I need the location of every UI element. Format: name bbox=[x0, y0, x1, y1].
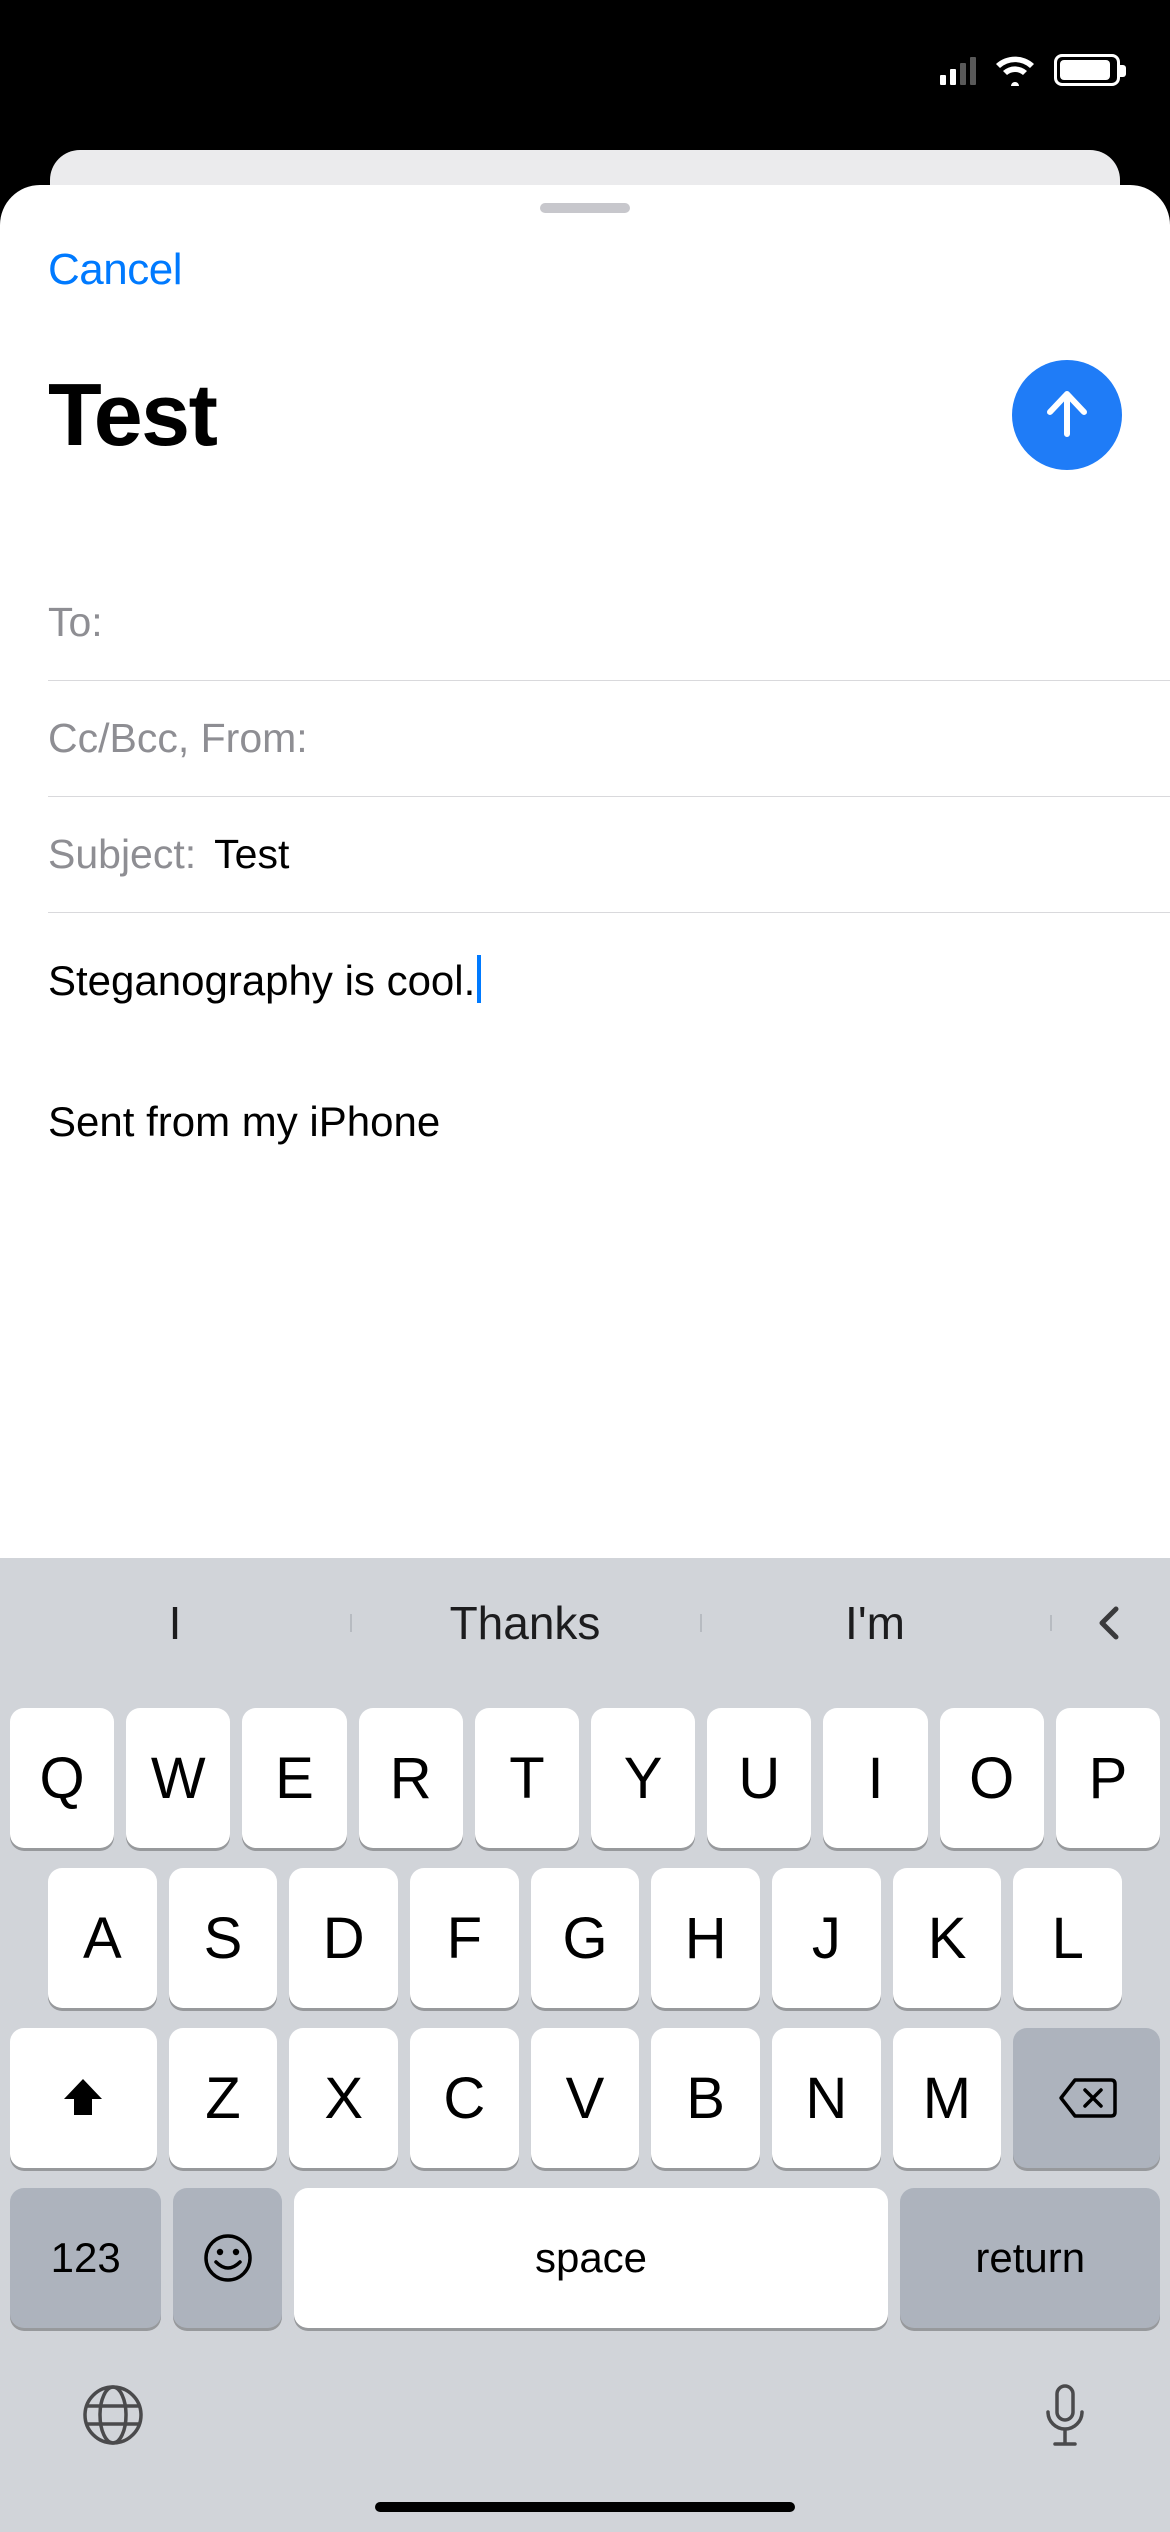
body-text: Steganography is cool. bbox=[48, 957, 475, 1004]
return-key[interactable]: return bbox=[900, 2188, 1160, 2328]
key-k[interactable]: K bbox=[893, 1868, 1002, 2008]
signature-text: Sent from my iPhone bbox=[48, 1094, 1122, 1151]
status-bar bbox=[0, 0, 1170, 140]
shift-key[interactable] bbox=[10, 2028, 157, 2168]
subject-field[interactable]: Subject: Test bbox=[48, 797, 1170, 913]
key-n[interactable]: N bbox=[772, 2028, 881, 2168]
key-l[interactable]: L bbox=[1013, 1868, 1122, 2008]
subject-label: Subject: bbox=[48, 831, 196, 878]
key-h[interactable]: H bbox=[651, 1868, 760, 2008]
key-p[interactable]: P bbox=[1056, 1708, 1160, 1848]
key-e[interactable]: E bbox=[242, 1708, 346, 1848]
key-v[interactable]: V bbox=[531, 2028, 640, 2168]
microphone-icon bbox=[1040, 2382, 1090, 2452]
keyboard-row-4: 123 space return bbox=[0, 2188, 1170, 2328]
key-s[interactable]: S bbox=[169, 1868, 278, 2008]
emoji-icon bbox=[202, 2232, 254, 2284]
key-j[interactable]: J bbox=[772, 1868, 881, 2008]
email-body[interactable]: Steganography is cool. Sent from my iPho… bbox=[48, 913, 1170, 1150]
dictation-key[interactable] bbox=[1040, 2382, 1090, 2452]
key-w[interactable]: W bbox=[126, 1708, 230, 1848]
key-z[interactable]: Z bbox=[169, 2028, 278, 2168]
key-d[interactable]: D bbox=[289, 1868, 398, 2008]
wifi-icon bbox=[994, 54, 1036, 86]
arrow-up-icon bbox=[1040, 388, 1094, 442]
keyboard-row-3: Z X C V B N M bbox=[0, 2028, 1170, 2168]
battery-icon bbox=[1054, 54, 1120, 86]
numeric-key[interactable]: 123 bbox=[10, 2188, 161, 2328]
collapse-suggestions-button[interactable] bbox=[1050, 1605, 1170, 1641]
backspace-icon bbox=[1057, 2076, 1117, 2120]
key-i[interactable]: I bbox=[823, 1708, 927, 1848]
emoji-key[interactable] bbox=[173, 2188, 281, 2328]
compose-title: Test bbox=[48, 364, 216, 466]
to-field[interactable]: To: bbox=[48, 565, 1170, 681]
shift-icon bbox=[58, 2073, 108, 2123]
key-y[interactable]: Y bbox=[591, 1708, 695, 1848]
cellular-icon bbox=[940, 55, 976, 85]
ccbcc-label: Cc/Bcc, From: bbox=[48, 715, 308, 762]
globe-key[interactable] bbox=[80, 2382, 146, 2448]
keyboard-row-2: A S D F G H J K L bbox=[0, 1868, 1170, 2008]
key-b[interactable]: B bbox=[651, 2028, 760, 2168]
key-u[interactable]: U bbox=[707, 1708, 811, 1848]
key-g[interactable]: G bbox=[531, 1868, 640, 2008]
suggestion-bar: I Thanks I'm bbox=[0, 1558, 1170, 1688]
suggestion-3[interactable]: I'm bbox=[700, 1596, 1050, 1650]
home-indicator[interactable] bbox=[375, 2502, 795, 2512]
chevron-left-icon bbox=[1092, 1605, 1128, 1641]
key-a[interactable]: A bbox=[48, 1868, 157, 2008]
subject-value: Test bbox=[214, 831, 289, 878]
key-t[interactable]: T bbox=[475, 1708, 579, 1848]
ccbcc-from-field[interactable]: Cc/Bcc, From: bbox=[48, 681, 1170, 797]
key-q[interactable]: Q bbox=[10, 1708, 114, 1848]
key-c[interactable]: C bbox=[410, 2028, 519, 2168]
suggestion-2[interactable]: Thanks bbox=[350, 1596, 700, 1650]
keyboard-row-1: Q W E R T Y U I O P bbox=[0, 1708, 1170, 1848]
key-f[interactable]: F bbox=[410, 1868, 519, 2008]
sheet-grabber[interactable] bbox=[540, 203, 630, 213]
key-x[interactable]: X bbox=[289, 2028, 398, 2168]
key-m[interactable]: M bbox=[893, 2028, 1002, 2168]
backspace-key[interactable] bbox=[1013, 2028, 1160, 2168]
send-button[interactable] bbox=[1012, 360, 1122, 470]
keyboard: I Thanks I'm Q W E R T Y U I O P A S D F… bbox=[0, 1558, 1170, 2532]
globe-icon bbox=[80, 2382, 146, 2448]
key-o[interactable]: O bbox=[940, 1708, 1044, 1848]
cancel-button[interactable]: Cancel bbox=[48, 245, 182, 295]
text-cursor bbox=[477, 955, 481, 1003]
space-key[interactable]: space bbox=[294, 2188, 889, 2328]
suggestion-1[interactable]: I bbox=[0, 1596, 350, 1650]
key-r[interactable]: R bbox=[359, 1708, 463, 1848]
to-label: To: bbox=[48, 599, 103, 646]
